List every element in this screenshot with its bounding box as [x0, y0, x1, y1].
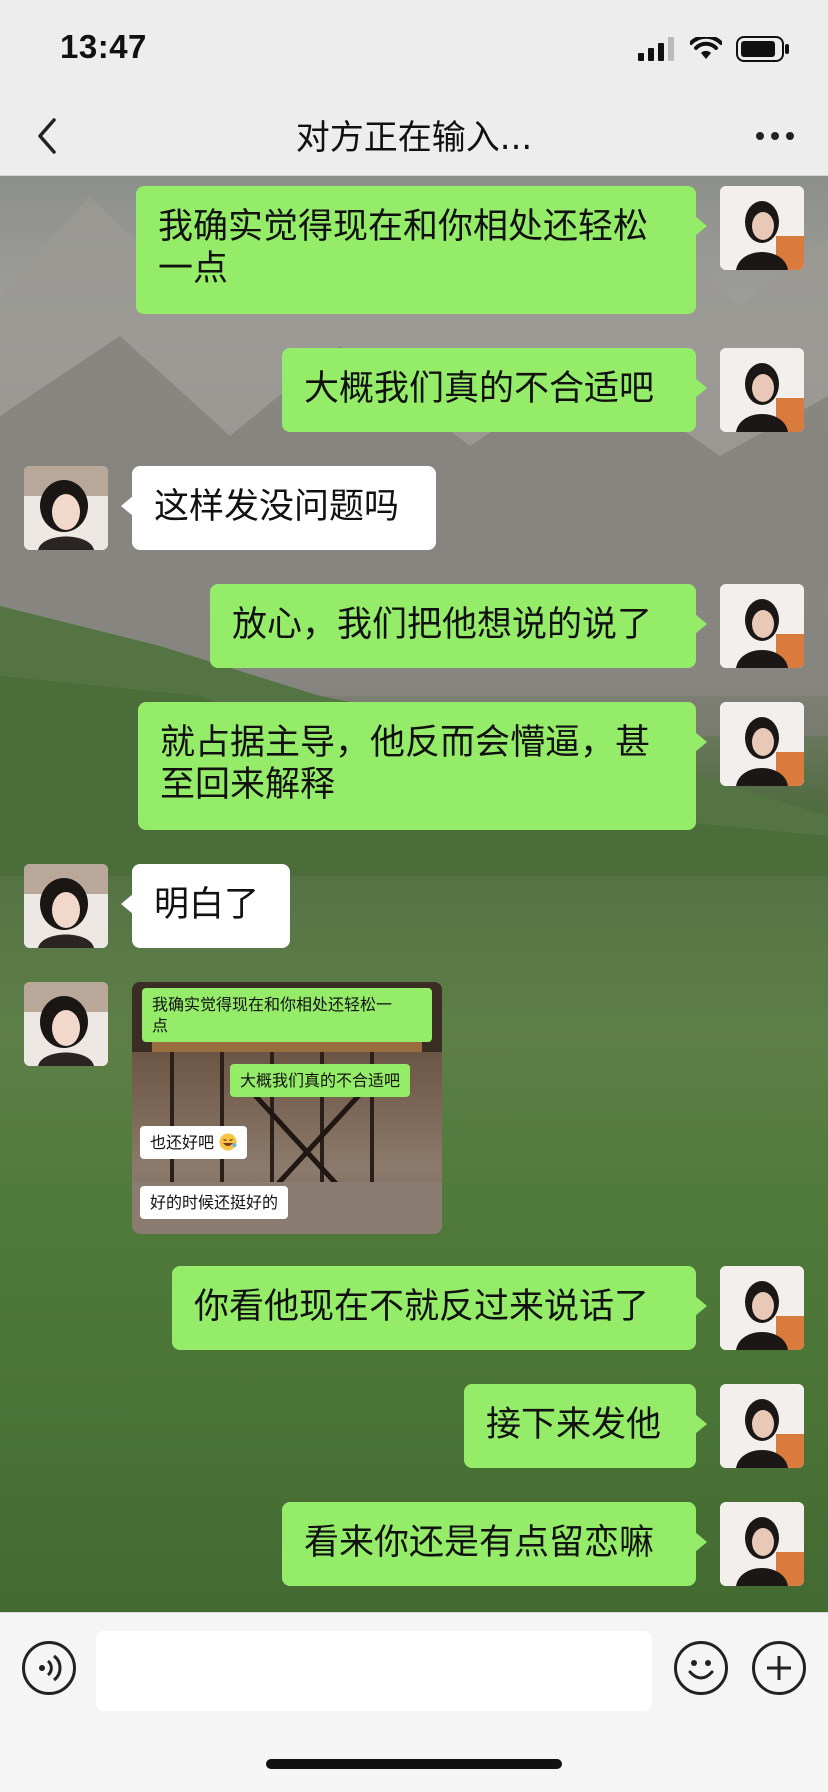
message-bubble[interactable]: 明白了 — [121, 864, 290, 948]
status-icons — [638, 34, 790, 64]
message-bubble[interactable]: 接下来发他 — [464, 1384, 707, 1468]
more-dots-icon[interactable] — [752, 118, 798, 154]
image-bubble-text: 也还好吧 — [150, 1133, 215, 1152]
image-bubble: 好的时候还挺好的 — [140, 1186, 289, 1219]
plus-button[interactable] — [752, 1641, 806, 1695]
avatar[interactable] — [720, 186, 804, 270]
plus-icon — [767, 1656, 791, 1680]
signal-icon — [638, 37, 674, 61]
chat-area[interactable]: 我确实觉得现在和你相处还轻松 一点 大概我们真的不合适吧 这样发没问题吗 放心，… — [0, 176, 828, 1612]
message-bubble[interactable]: 我确实觉得现在和你相处还轻松 一点 — [136, 186, 707, 314]
avatar-image — [720, 348, 804, 432]
avatar-image — [720, 186, 804, 270]
message-bubble[interactable]: 这样发没问题吗 — [121, 466, 436, 550]
avatar[interactable] — [720, 348, 804, 432]
avatar[interactable] — [720, 1384, 804, 1468]
laughing-emoji-icon — [219, 1133, 237, 1151]
image-bubble: 也还好吧 — [140, 1126, 248, 1159]
avatar[interactable] — [720, 584, 804, 668]
image-message[interactable]: 我确实觉得现在和你相处还轻松一 点 大概我们真的不合适吧 也还好吧 好的时候还挺… — [132, 982, 442, 1234]
avatar-image — [24, 982, 108, 1066]
message-text-line: 我确实觉得现在和你相处还轻松 — [158, 207, 649, 247]
message-text-line: 一点 — [158, 249, 229, 289]
emoji-icon — [688, 1660, 714, 1680]
avatar[interactable] — [720, 1266, 804, 1350]
message-bubble[interactable]: 看来你还是有点留恋嘛 — [282, 1502, 707, 1586]
avatar[interactable] — [24, 466, 108, 550]
status-time: 13:47 — [60, 28, 147, 65]
avatar-image — [720, 1266, 804, 1350]
message-bubble[interactable]: 放心，我们把他想说的说了 — [210, 584, 707, 668]
image-bubble: 我确实觉得现在和你相处还轻松一 点 — [142, 988, 432, 1042]
emoji-button[interactable] — [674, 1641, 728, 1695]
avatar-image — [720, 584, 804, 668]
avatar-image — [24, 466, 108, 550]
image-bubble: 大概我们真的不合适吧 — [230, 1064, 411, 1097]
image-bubble-line: 我确实觉得现在和你相处还轻松一 — [152, 995, 393, 1014]
avatar-image — [24, 864, 108, 948]
nav-bar: 对方正在输入... — [0, 96, 828, 176]
message-bubble[interactable]: 你看他现在不就反过来说话了 — [172, 1266, 707, 1350]
avatar-image — [720, 1384, 804, 1468]
image-bubble-line: 点 — [152, 1016, 169, 1035]
voice-icon — [39, 1654, 62, 1682]
avatar-image — [720, 1502, 804, 1586]
message-input[interactable] — [96, 1631, 652, 1711]
avatar-image — [720, 702, 804, 786]
avatar[interactable] — [24, 864, 108, 948]
message-bubble[interactable]: 大概我们真的不合适吧 — [282, 348, 707, 432]
status-bar: 13:47 — [0, 0, 828, 96]
message-text-line: 至回来解释 — [160, 765, 336, 805]
battery-icon — [736, 36, 789, 62]
input-bar — [0, 1612, 828, 1792]
home-indicator — [266, 1759, 562, 1769]
voice-button[interactable] — [22, 1641, 76, 1695]
avatar[interactable] — [720, 702, 804, 786]
message-text-line: 就占据主导，他反而会懵逼，甚 — [160, 723, 651, 763]
wifi-icon — [690, 37, 722, 59]
avatar[interactable] — [24, 982, 108, 1066]
avatar[interactable] — [720, 1502, 804, 1586]
chat-title: 对方正在输入... — [295, 118, 533, 158]
message-bubble[interactable]: 就占据主导，他反而会懵逼，甚 至回来解释 — [138, 702, 707, 830]
